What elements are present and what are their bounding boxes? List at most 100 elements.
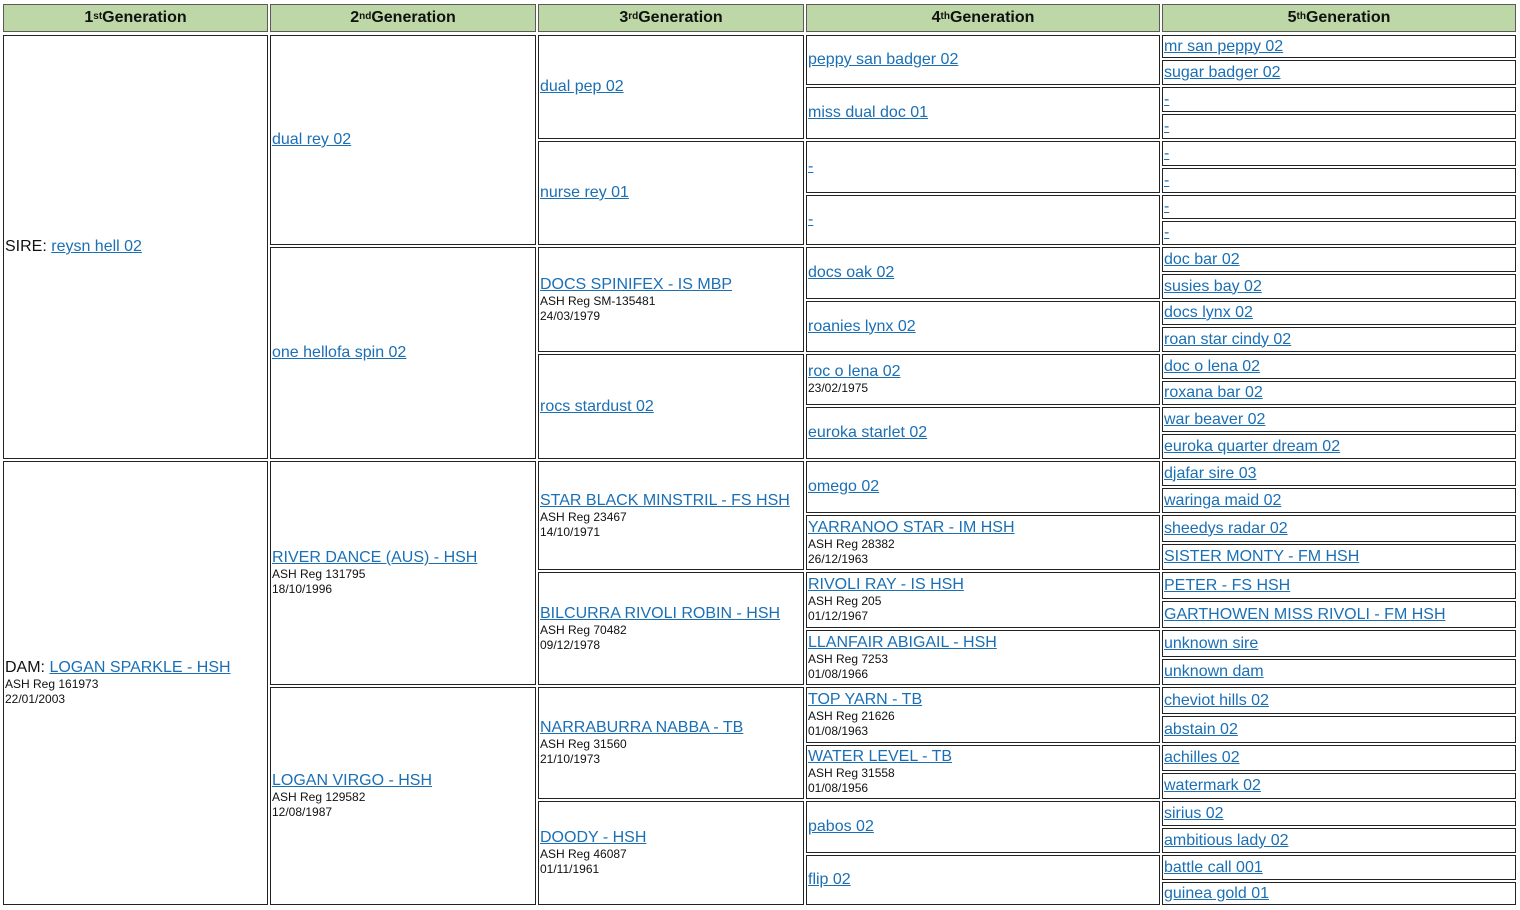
horse-name-link[interactable]: DOODY - HSH bbox=[540, 829, 646, 846]
name-line: WATER LEVEL - TB bbox=[808, 748, 1159, 766]
horse-name-link[interactable]: DOCS SPINIFEX - IS MBP bbox=[540, 276, 732, 293]
horse-name-link[interactable]: NARRABURRA NABBA - TB bbox=[540, 719, 743, 736]
horse-name-link[interactable]: SISTER MONTY - FM HSH bbox=[1164, 548, 1359, 565]
horse-name-link[interactable]: doc o lena 02 bbox=[1164, 358, 1260, 375]
horse-name-link[interactable]: roanies lynx 02 bbox=[808, 318, 916, 335]
horse-info: ASH Reg 31560 bbox=[540, 737, 627, 751]
gen5-cell: docs lynx 02 bbox=[1162, 301, 1516, 325]
horse-name-link[interactable]: LOGAN VIRGO - HSH bbox=[272, 772, 432, 789]
horse-name-link[interactable]: cheviot hills 02 bbox=[1164, 692, 1269, 709]
name-line: rocs stardust 02 bbox=[540, 398, 803, 416]
horse-name-link[interactable]: - bbox=[1164, 172, 1169, 189]
gen3-cell: DOCS SPINIFEX - IS MBP ASH Reg SM-135481 2… bbox=[538, 247, 804, 352]
horse-name-link[interactable]: sheedys radar 02 bbox=[1164, 520, 1288, 537]
horse-name-link[interactable]: euroka quarter dream 02 bbox=[1164, 438, 1340, 455]
horse-name-link[interactable]: - bbox=[1164, 145, 1169, 162]
horse-name-link[interactable]: guinea gold 01 bbox=[1164, 885, 1269, 902]
horse-name-link[interactable]: TOP YARN - TB bbox=[808, 691, 922, 708]
horse-name-link[interactable]: susies bay 02 bbox=[1164, 278, 1262, 295]
gen4-cell: omego 02 bbox=[806, 461, 1160, 513]
horse-name-link[interactable]: - bbox=[808, 211, 813, 228]
horse-info: 01/08/1963 bbox=[808, 724, 869, 738]
horse-name-link[interactable]: battle call 001 bbox=[1164, 859, 1263, 876]
horse-name-link[interactable]: YARRANOO STAR - IM HSH bbox=[808, 519, 1015, 536]
horse-name-link[interactable]: djafar sire 03 bbox=[1164, 465, 1257, 482]
horse-name-link[interactable]: sugar badger 02 bbox=[1164, 64, 1281, 81]
horse-name-link[interactable]: LOGAN SPARKLE - HSH bbox=[49, 659, 230, 676]
horse-name-link[interactable]: roc o lena 02 bbox=[808, 363, 901, 380]
gen2-cell: dual rey 02 bbox=[270, 35, 536, 245]
horse-name-link[interactable]: omego 02 bbox=[808, 478, 879, 495]
name-line: DAM: LOGAN SPARKLE - HSH bbox=[5, 659, 267, 677]
horse-name-link[interactable]: BILCURRA RIVOLI ROBIN - HSH bbox=[540, 605, 780, 622]
horse-name-link[interactable]: achilles 02 bbox=[1164, 749, 1240, 766]
cell-content: roanies lynx 02 bbox=[808, 318, 1159, 336]
horse-name-link[interactable]: watermark 02 bbox=[1164, 777, 1261, 794]
horse-name-link[interactable]: unknown sire bbox=[1164, 635, 1258, 652]
horse-name-link[interactable]: RIVER DANCE (AUS) - HSH bbox=[272, 549, 477, 566]
horse-name-link[interactable]: doc bar 02 bbox=[1164, 251, 1240, 268]
horse-name-link[interactable]: - bbox=[1164, 224, 1169, 241]
name-line: achilles 02 bbox=[1164, 749, 1515, 767]
horse-info: ASH Reg 28382 bbox=[808, 536, 895, 551]
horse-name-link[interactable]: - bbox=[1164, 198, 1169, 215]
horse-name-link[interactable]: GARTHOWEN MISS RIVOLI - FM HSH bbox=[1164, 606, 1446, 623]
cell-content: docs oak 02 bbox=[808, 264, 1159, 282]
horse-name-link[interactable]: - bbox=[1164, 91, 1169, 108]
horse-name-link[interactable]: pabos 02 bbox=[808, 818, 874, 835]
name-line: guinea gold 01 bbox=[1164, 885, 1515, 903]
horse-name-link[interactable]: - bbox=[1164, 118, 1169, 135]
horse-name-link[interactable]: PETER - FS HSH bbox=[1164, 577, 1290, 594]
horse-name-link[interactable]: mr san peppy 02 bbox=[1164, 38, 1283, 55]
horse-info: ASH Reg 70482 bbox=[540, 622, 627, 637]
horse-name-link[interactable]: dual rey 02 bbox=[272, 131, 351, 148]
gen5-cell: doc o lena 02 bbox=[1162, 354, 1516, 379]
horse-name-link[interactable]: nurse rey 01 bbox=[540, 184, 629, 201]
cell-content: TOP YARN - TB ASH Reg 21626 01/08/1963 bbox=[808, 691, 1159, 739]
horse-name-link[interactable]: docs oak 02 bbox=[808, 264, 894, 281]
horse-name-link[interactable]: roan star cindy 02 bbox=[1164, 331, 1291, 348]
name-line: docs lynx 02 bbox=[1164, 304, 1515, 322]
horse-name-link[interactable]: reysn hell 02 bbox=[51, 238, 142, 255]
horse-name-link[interactable]: STAR BLACK MINSTRIL - FS HSH bbox=[540, 492, 790, 509]
horse-name-link[interactable]: war beaver 02 bbox=[1164, 411, 1265, 428]
horse-name-link[interactable]: LLANFAIR ABIGAIL - HSH bbox=[808, 634, 997, 651]
cell-content: one hellofa spin 02 bbox=[272, 344, 535, 362]
horse-name-link[interactable]: roxana bar 02 bbox=[1164, 384, 1263, 401]
horse-name-link[interactable]: dual pep 02 bbox=[540, 78, 624, 95]
name-line: unknown dam bbox=[1164, 663, 1515, 681]
gen4-cell: flip 02 bbox=[806, 855, 1160, 905]
gen3-cell: rocs stardust 02 bbox=[538, 354, 804, 459]
horse-name-link[interactable]: RIVOLI RAY - IS HSH bbox=[808, 576, 964, 593]
horse-name-link[interactable]: euroka starlet 02 bbox=[808, 424, 927, 441]
horse-name-link[interactable]: abstain 02 bbox=[1164, 721, 1238, 738]
gen5-cell: - bbox=[1162, 114, 1516, 139]
horse-name-link[interactable]: waringa maid 02 bbox=[1164, 492, 1281, 509]
horse-name-link[interactable]: WATER LEVEL - TB bbox=[808, 748, 952, 765]
horse-name-link[interactable]: sirius 02 bbox=[1164, 805, 1224, 822]
horse-name-link[interactable]: unknown dam bbox=[1164, 663, 1264, 680]
horse-name-link[interactable]: miss dual doc 01 bbox=[808, 104, 928, 121]
horse-name-link[interactable]: docs lynx 02 bbox=[1164, 304, 1253, 321]
horse-name-link[interactable]: ambitious lady 02 bbox=[1164, 832, 1289, 849]
name-line: abstain 02 bbox=[1164, 721, 1515, 739]
horse-name-link[interactable]: - bbox=[808, 158, 813, 175]
gen5-cell: GARTHOWEN MISS RIVOLI - FM HSH bbox=[1162, 601, 1516, 628]
cell-content: - bbox=[808, 211, 1159, 229]
gen4-cell: - bbox=[806, 141, 1160, 193]
name-line: RIVER DANCE (AUS) - HSH bbox=[272, 549, 535, 567]
name-line: nurse rey 01 bbox=[540, 184, 803, 202]
horse-name-link[interactable]: peppy san badger 02 bbox=[808, 51, 958, 68]
cell-content: rocs stardust 02 bbox=[540, 398, 803, 416]
horse-info: 09/12/1978 bbox=[540, 637, 601, 652]
name-line: euroka starlet 02 bbox=[808, 424, 1159, 442]
cell-content: abstain 02 bbox=[1164, 721, 1515, 739]
cell-content: - bbox=[1164, 118, 1515, 136]
horse-info: 22/01/2003 bbox=[5, 692, 66, 706]
gen4-cell: RIVOLI RAY - IS HSH ASH Reg 205 01/12/1967 bbox=[806, 572, 1160, 628]
horse-name-link[interactable]: rocs stardust 02 bbox=[540, 398, 654, 415]
horse-name-link[interactable]: flip 02 bbox=[808, 871, 851, 888]
name-line: LOGAN VIRGO - HSH bbox=[272, 772, 535, 790]
horse-name-link[interactable]: one hellofa spin 02 bbox=[272, 344, 406, 361]
gen5-cell: unknown dam bbox=[1162, 659, 1516, 685]
